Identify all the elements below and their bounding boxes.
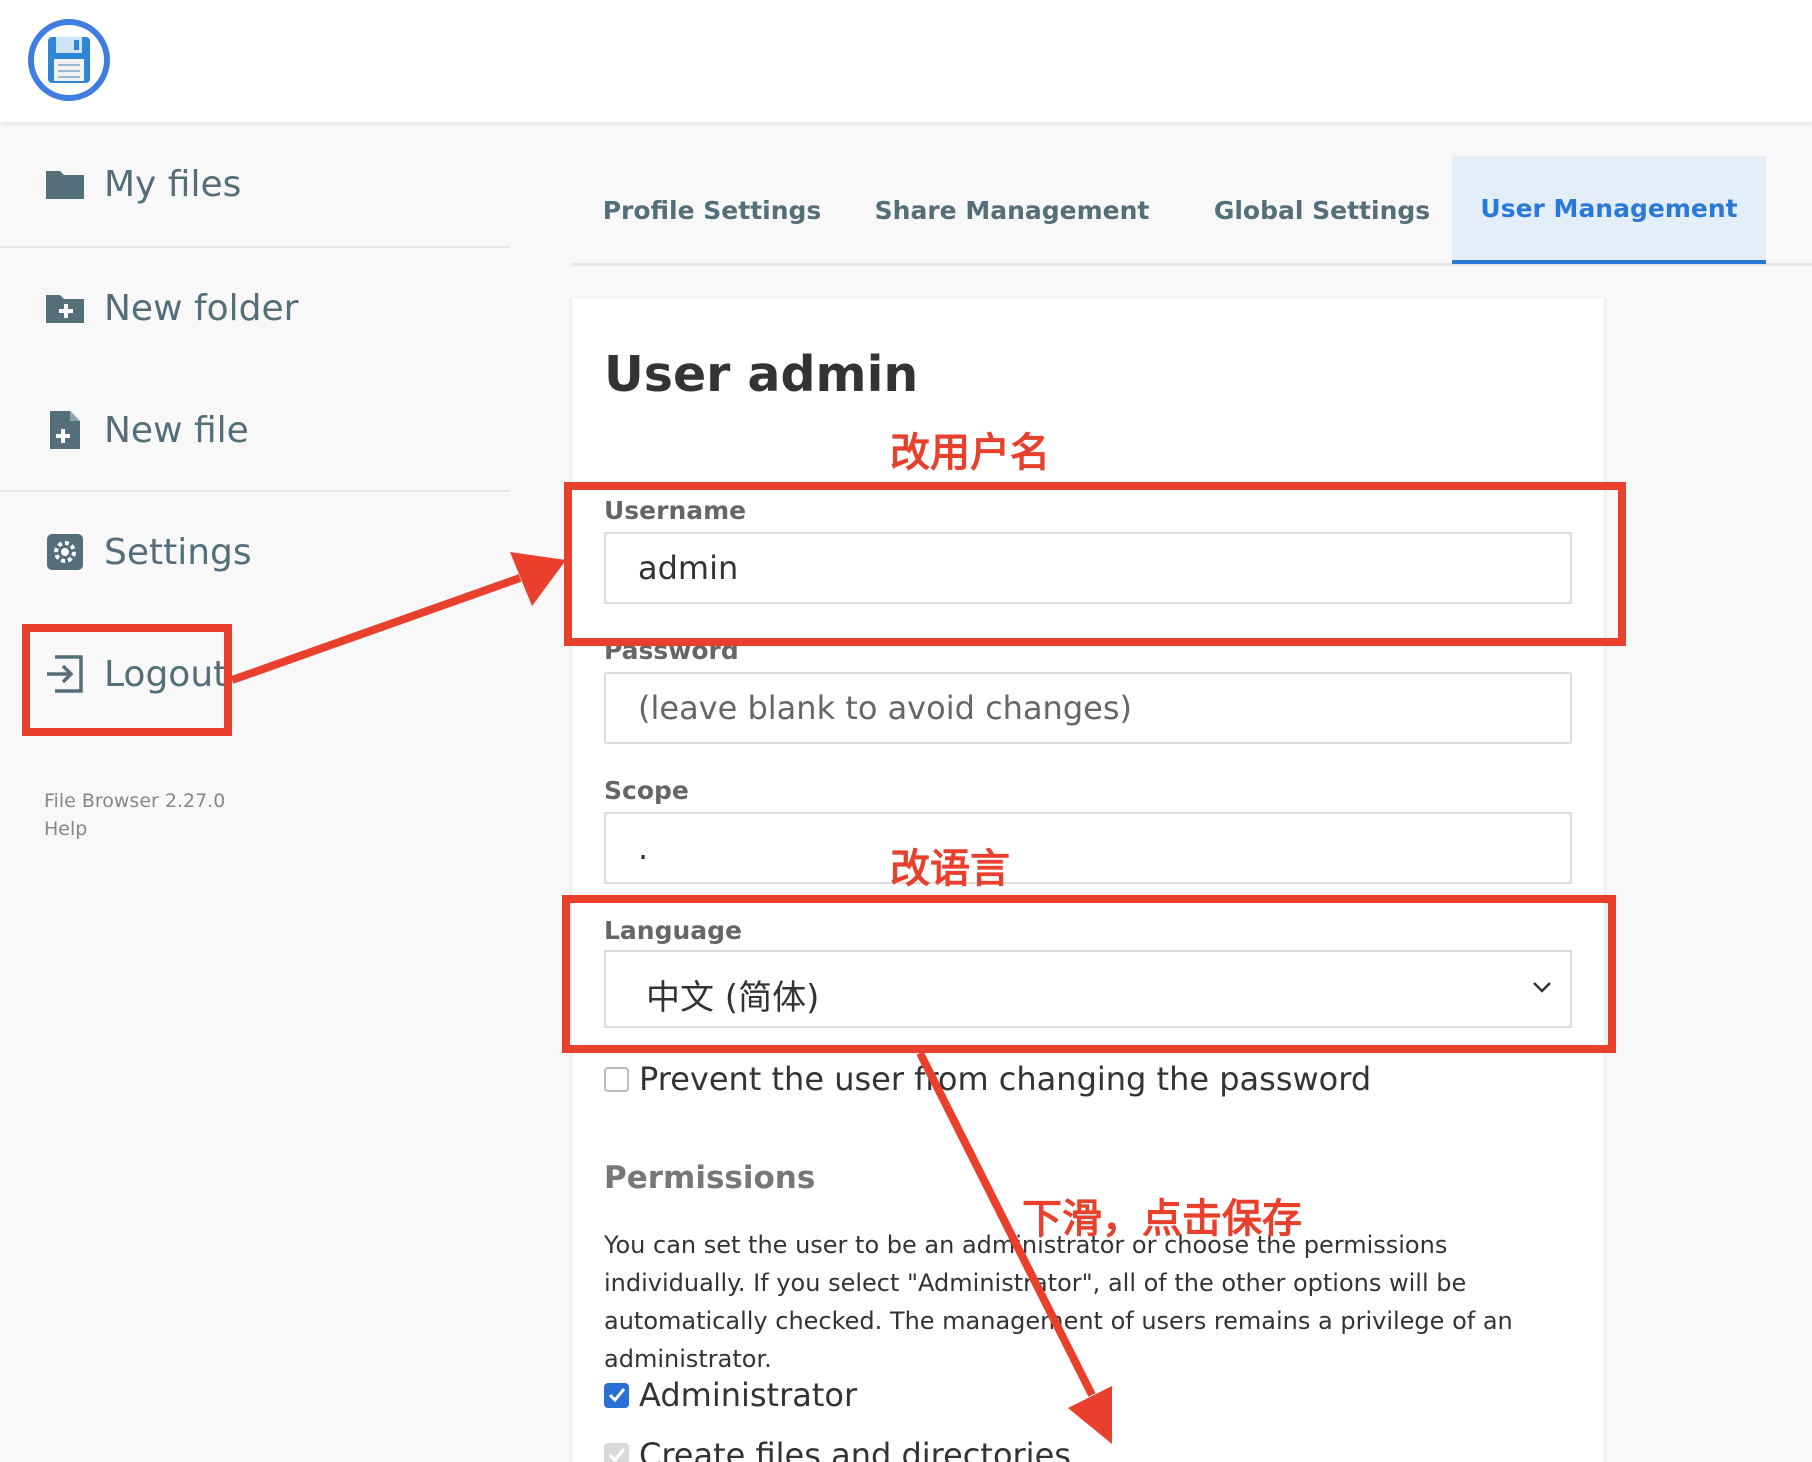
annotation-arrows [230, 552, 1112, 1444]
logout-to-username-arrow-line [230, 574, 522, 684]
scroll-down-arrow-line [916, 1051, 1096, 1397]
